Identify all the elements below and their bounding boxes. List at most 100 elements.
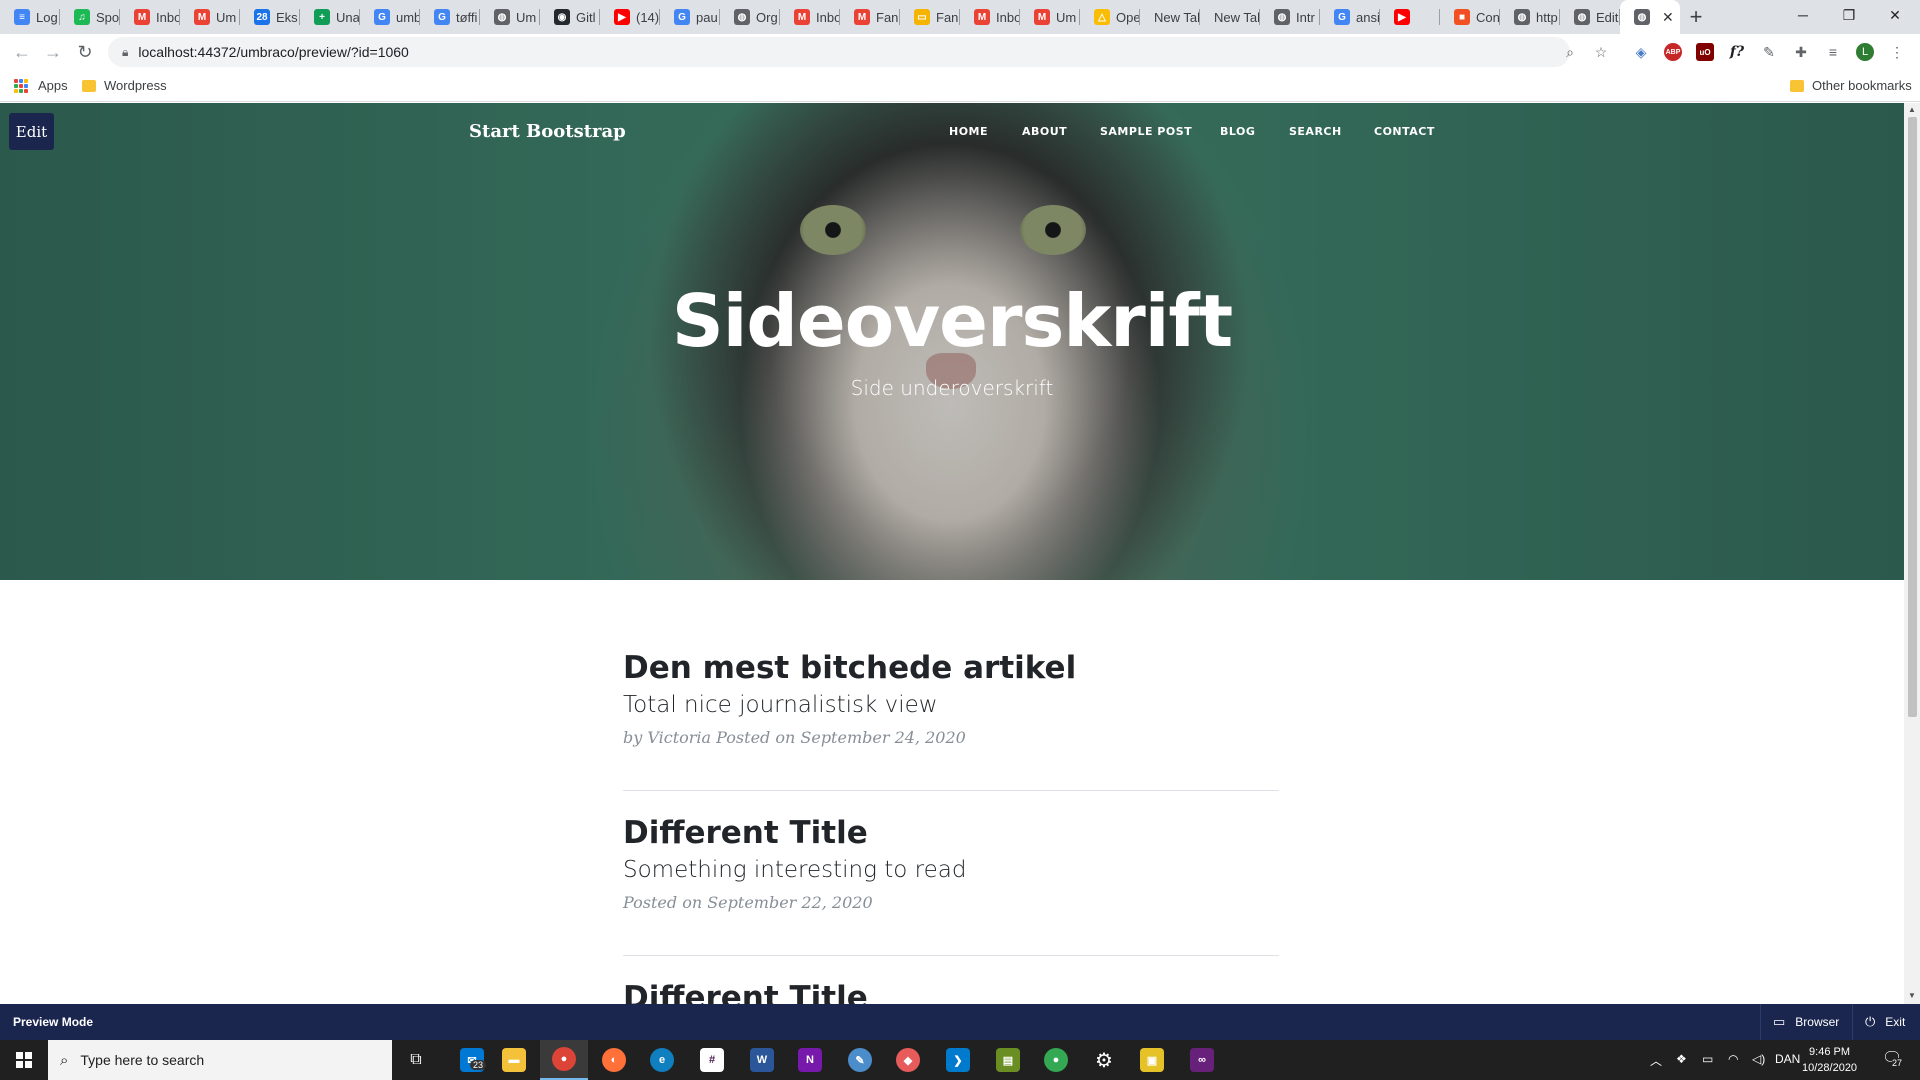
browser-tab[interactable]: Gpau	[660, 0, 720, 34]
nav-blog[interactable]: BLOG	[1220, 125, 1255, 138]
language-indicator[interactable]: DAN	[1775, 1052, 1800, 1066]
taskbar-file-explorer[interactable]: ▬	[490, 1040, 538, 1080]
browser-tab[interactable]: ◍ Intr	[1260, 0, 1320, 34]
browser-tab[interactable]: ◍ Um	[480, 0, 540, 34]
font-extension-icon[interactable]: f?	[1728, 43, 1746, 61]
browser-tab[interactable]: M Inbo	[120, 0, 180, 34]
scroll-down-icon[interactable]: ▼	[1908, 991, 1916, 1000]
bookmark-other[interactable]: Other bookmarks	[1790, 78, 1912, 93]
taskbar-mail[interactable]: ✉ 23	[448, 1040, 496, 1080]
nav-home[interactable]: HOME	[949, 125, 988, 138]
task-view-button[interactable]: ⧉	[392, 1040, 440, 1080]
post-subtitle[interactable]: Total nice journalistisk view	[623, 692, 1279, 718]
scrollbar-thumb[interactable]	[1908, 117, 1917, 717]
browser-tab[interactable]: ◍ Org	[720, 0, 780, 34]
scroll-up-icon[interactable]: ▲	[1908, 105, 1916, 114]
post-title[interactable]: Different Title	[623, 815, 1279, 851]
extension-shield-icon[interactable]: ◈	[1632, 43, 1650, 61]
taskbar-edge[interactable]: e	[638, 1040, 686, 1080]
taskbar-word[interactable]: W	[738, 1040, 786, 1080]
post-preview[interactable]: Different Title	[623, 980, 1279, 1004]
eyedropper-icon[interactable]: ✎	[1760, 43, 1778, 61]
taskbar-paint[interactable]: ✎	[836, 1040, 884, 1080]
nav-contact[interactable]: CONTACT	[1374, 125, 1435, 138]
dropbox-icon[interactable]: ❖	[1676, 1052, 1687, 1066]
url-text[interactable]: localhost:44372/umbraco/preview/?id=1060	[138, 44, 408, 60]
extensions-puzzle-icon[interactable]: ✚	[1792, 43, 1810, 61]
forward-icon[interactable]: →	[41, 40, 65, 64]
browser-tab[interactable]: ▶ (14)	[600, 0, 660, 34]
adblock-icon[interactable]: ABP	[1664, 43, 1682, 61]
browser-tab[interactable]: ■ Con	[1440, 0, 1500, 34]
browser-tab[interactable]: ◍ http	[1500, 0, 1560, 34]
active-browser-tab[interactable]: ◍ ✕	[1620, 0, 1680, 34]
back-icon[interactable]: ←	[10, 40, 34, 64]
wifi-icon[interactable]: ◠	[1728, 1052, 1738, 1066]
post-title[interactable]: Different Title	[623, 980, 1279, 1004]
browser-tab[interactable]: M Fan	[840, 0, 900, 34]
browser-tab[interactable]: + Una	[300, 0, 360, 34]
browser-tab[interactable]: ◉ Gitl	[540, 0, 600, 34]
bookmark-apps[interactable]: Apps	[14, 78, 68, 93]
browser-tab[interactable]: Gansi	[1320, 0, 1380, 34]
browser-tab[interactable]: M Inbo	[780, 0, 840, 34]
taskbar-slack[interactable]: #	[688, 1040, 736, 1080]
taskbar-firefox[interactable]: ◐	[590, 1040, 638, 1080]
preview-browser-button[interactable]: ▭ Browser	[1760, 1004, 1851, 1040]
profile-avatar[interactable]: L	[1856, 43, 1874, 61]
browser-tab[interactable]: ▭ Fan	[900, 0, 960, 34]
browser-tab[interactable]: M Inbo	[960, 0, 1020, 34]
nav-search[interactable]: SEARCH	[1289, 125, 1342, 138]
nav-about[interactable]: ABOUT	[1022, 125, 1067, 138]
menu-dots-icon[interactable]: ⋮	[1888, 43, 1906, 61]
taskbar-sticky[interactable]: ▣	[1128, 1040, 1176, 1080]
browser-tab[interactable]: ≡ Log	[0, 0, 60, 34]
browser-tab[interactable]: △ Ope	[1080, 0, 1140, 34]
taskbar-visual-studio[interactable]: ∞	[1178, 1040, 1226, 1080]
browser-tab[interactable]: New Tab	[1140, 0, 1200, 34]
edit-button[interactable]: Edit	[9, 113, 54, 150]
notification-center-icon[interactable]: 🗨︎27	[1882, 1048, 1902, 1068]
taskbar-search[interactable]: ⌕ Type here to search	[48, 1040, 392, 1080]
bookmark-star-icon[interactable]: ☆	[1592, 43, 1610, 61]
browser-tab[interactable]: New Tab	[1200, 0, 1260, 34]
browser-tab[interactable]: M Um	[1020, 0, 1080, 34]
taskbar-archive[interactable]: ▤	[984, 1040, 1032, 1080]
browser-tab[interactable]: Gumb	[360, 0, 420, 34]
browser-tab[interactable]: ◍ Edit	[1560, 0, 1620, 34]
site-brand[interactable]: Start Bootstrap	[469, 121, 626, 142]
nav-sample-post[interactable]: SAMPLE POST	[1100, 125, 1192, 138]
browser-tab[interactable]: 28 Eks	[240, 0, 300, 34]
browser-tab[interactable]: ▶	[1380, 0, 1440, 34]
battery-icon[interactable]: ▭	[1702, 1052, 1713, 1066]
reload-icon[interactable]: ↻	[73, 40, 97, 64]
post-preview[interactable]: Den mest bitchede artikel Total nice jou…	[623, 650, 1279, 747]
taskbar-paint3d[interactable]: ◆	[884, 1040, 932, 1080]
start-button[interactable]	[0, 1040, 48, 1080]
taskbar-onenote[interactable]: N	[786, 1040, 834, 1080]
preview-exit-button[interactable]: ⏻ Exit	[1852, 1004, 1917, 1040]
browser-tab[interactable]: Gtøffi	[420, 0, 480, 34]
taskbar-chrome[interactable]: ●	[540, 1040, 588, 1080]
minimize-icon[interactable]: ─	[1780, 0, 1826, 30]
page-scrollbar[interactable]: ▲ ▼	[1904, 103, 1920, 1004]
system-clock[interactable]: 9:46 PM 10/28/2020	[1802, 1044, 1857, 1076]
media-control-icon[interactable]: ≡	[1824, 43, 1842, 61]
taskbar-chrome-2[interactable]: ●	[1032, 1040, 1080, 1080]
zoom-icon[interactable]: ⌕	[1561, 43, 1579, 61]
taskbar-settings[interactable]: ⚙	[1080, 1040, 1128, 1080]
post-subtitle[interactable]: Something interesting to read	[623, 857, 1279, 883]
new-tab-button[interactable]: +	[1680, 4, 1712, 30]
bookmark-wordpress[interactable]: Wordpress	[82, 78, 167, 93]
close-tab-icon[interactable]: ✕	[1662, 9, 1674, 26]
taskbar-vscode[interactable]: ❯	[934, 1040, 982, 1080]
address-bar[interactable]: 🔒︎ localhost:44372/umbraco/preview/?id=1…	[108, 37, 1570, 67]
close-window-icon[interactable]: ✕	[1872, 0, 1918, 30]
post-title[interactable]: Den mest bitchede artikel	[623, 650, 1279, 686]
browser-tab[interactable]: ♫ Spo	[60, 0, 120, 34]
tray-chevron-icon[interactable]: ︿	[1650, 1052, 1662, 1069]
ublock-icon[interactable]: uO	[1696, 43, 1714, 61]
volume-icon[interactable]: ◁)	[1752, 1052, 1765, 1066]
browser-tab[interactable]: M Um	[180, 0, 240, 34]
restore-icon[interactable]: ❐	[1826, 0, 1872, 30]
